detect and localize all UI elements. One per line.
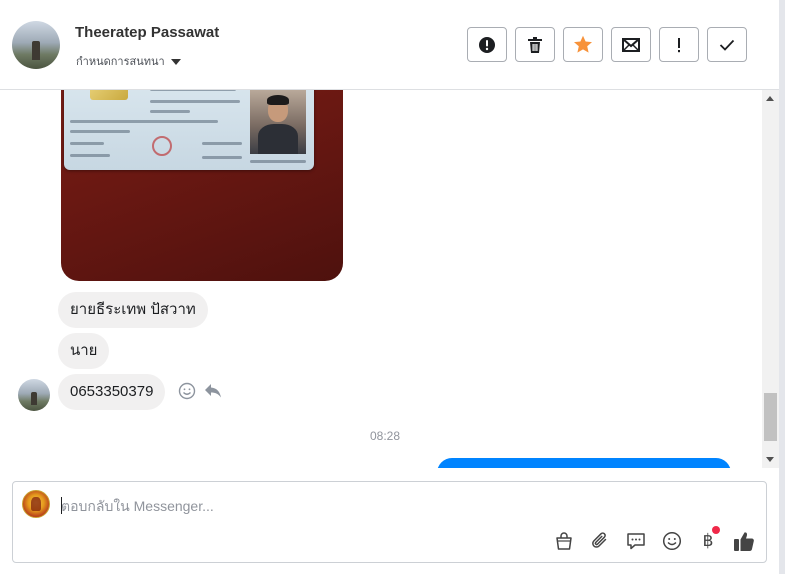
exclamation-circle-icon	[479, 36, 495, 53]
window-edge	[779, 0, 785, 574]
scroll-down-arrow-icon[interactable]	[766, 457, 774, 462]
conversation-actions	[467, 27, 747, 62]
sender-avatar[interactable]	[18, 379, 50, 411]
message-hover-actions	[178, 382, 222, 400]
caret-down-icon	[170, 58, 181, 65]
scroll-up-arrow-icon[interactable]	[766, 96, 774, 101]
conversation-header: Theeratep Passawat กำหนดการสนทนา	[0, 0, 779, 90]
follow-up-button[interactable]	[659, 27, 699, 62]
exclamation-icon	[678, 37, 680, 52]
message-bubble[interactable]: ยายธีระเทพ ปัสวาท	[58, 292, 208, 328]
thumbs-up-icon	[734, 532, 754, 552]
conversation-label-text: กำหนดการสนทนา	[76, 56, 165, 68]
attach-file-button[interactable]	[589, 530, 611, 552]
reply-icon[interactable]	[204, 383, 222, 399]
emoji-icon	[662, 531, 682, 551]
emoji-button[interactable]	[661, 530, 683, 552]
conversation-label-dropdown[interactable]: กำหนดการสนทนา	[76, 52, 181, 70]
checkmark-icon	[719, 39, 735, 51]
shop-button[interactable]	[553, 530, 575, 552]
contact-avatar[interactable]	[12, 21, 60, 69]
react-emoji-icon[interactable]	[178, 382, 196, 400]
saved-reply-icon	[627, 533, 645, 550]
baht-payment-icon: ฿	[702, 531, 714, 551]
message-thread: ยายธีระเทพ ปัสวาท นาย 0653350379 08:28	[0, 90, 762, 468]
reply-input[interactable]	[61, 496, 741, 516]
message-bubble[interactable]: 0653350379	[58, 374, 166, 410]
message-bubble[interactable]: นาย	[58, 333, 110, 369]
delete-button[interactable]	[515, 27, 555, 62]
thread-scrollbar[interactable]	[762, 90, 779, 468]
contact-name[interactable]: Theeratep Passawat	[75, 24, 219, 41]
page-avatar	[22, 490, 50, 518]
shopping-bag-icon	[556, 532, 572, 550]
notification-dot	[712, 526, 720, 534]
envelope-icon	[622, 37, 640, 52]
trash-icon	[528, 36, 542, 53]
mark-unread-button[interactable]	[611, 27, 651, 62]
scrollbar-thumb[interactable]	[764, 393, 777, 441]
star-icon	[574, 35, 592, 53]
text-cursor	[61, 497, 62, 514]
id-card-image	[64, 90, 314, 170]
inbox-conversation: Theeratep Passawat กำหนดการสนทนา ยายธีระ…	[0, 0, 785, 574]
composer-tools: ฿	[553, 526, 755, 552]
id-card-photo-attachment[interactable]	[61, 90, 343, 281]
payment-button[interactable]: ฿	[697, 526, 720, 552]
spam-button[interactable]	[467, 27, 507, 62]
send-like-button[interactable]	[733, 530, 755, 552]
message-timestamp: 08:28	[369, 429, 401, 443]
outgoing-message-bubble[interactable]	[437, 458, 731, 468]
paperclip-icon	[592, 532, 607, 548]
star-button[interactable]	[563, 27, 603, 62]
mark-done-button[interactable]	[707, 27, 747, 62]
saved-replies-button[interactable]	[625, 530, 647, 552]
reply-composer: ฿	[12, 481, 767, 563]
